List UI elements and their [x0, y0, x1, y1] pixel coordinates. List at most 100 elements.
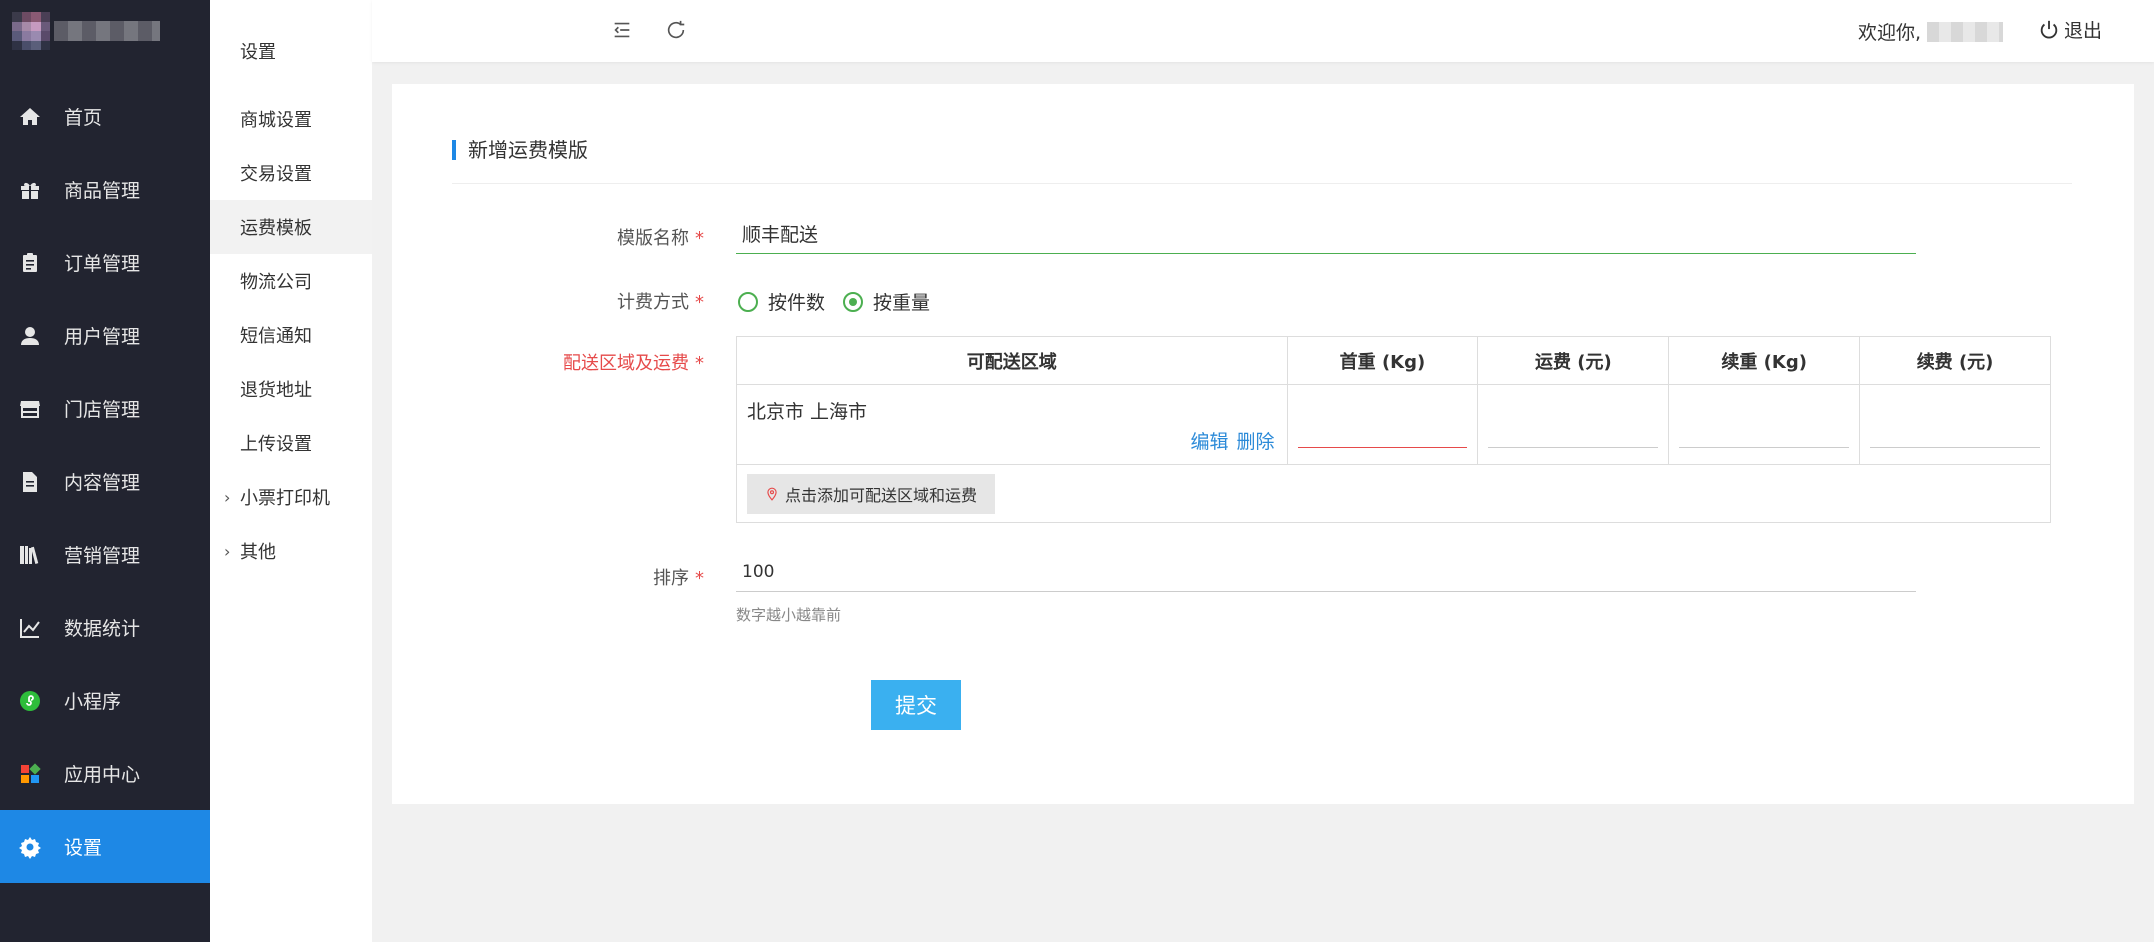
column-header: 首重 (Kg)	[1286, 336, 1479, 385]
delivery-region-label: 配送区域及运费 *	[454, 349, 704, 375]
sidebar-item-label: 用户管理	[64, 326, 141, 348]
store-icon	[16, 395, 44, 423]
settings-submenu: 设置 商城设置 交易设置 运费模板 物流公司 短信通知 退货地址 上传设置 › 小…	[210, 0, 372, 942]
submenu-item-label: 商城设置	[240, 110, 312, 131]
add-region-button[interactable]: 点击添加可配送区域和运费	[747, 473, 996, 514]
sidebar-item-label: 内容管理	[64, 472, 141, 494]
logout-button[interactable]: 退出	[2038, 16, 2102, 43]
submit-button[interactable]: 提交	[871, 680, 961, 730]
sort-input[interactable]	[736, 552, 1916, 592]
submenu-item-return-address[interactable]: 退货地址	[210, 362, 372, 416]
line-chart-icon	[16, 614, 44, 642]
submenu-item-label: 其他	[240, 542, 276, 563]
submenu-item-label: 交易设置	[240, 164, 312, 185]
label-text: 计费方式	[617, 292, 689, 313]
logo-name-blurred	[54, 21, 160, 41]
sidebar-item-settings[interactable]: 设置	[0, 810, 210, 883]
mini-program-icon	[16, 687, 44, 715]
books-icon	[16, 541, 44, 569]
sidebar-item-users[interactable]: 用户管理	[0, 299, 210, 372]
sidebar-item-label: 门店管理	[64, 399, 141, 421]
label-text: 模版名称	[617, 228, 689, 249]
submenu-item-other[interactable]: › 其他	[210, 524, 372, 578]
submenu-item-logistics[interactable]: 物流公司	[210, 254, 372, 308]
sidebar-item-label: 营销管理	[64, 545, 141, 567]
sidebar-item-stores[interactable]: 门店管理	[0, 372, 210, 445]
column-header: 可配送区域	[736, 336, 1288, 385]
required-mark: *	[695, 228, 704, 249]
chevron-right-icon: ›	[224, 541, 231, 561]
required-mark: *	[695, 292, 704, 313]
region-cell: 北京市 上海市 编辑 删除	[736, 384, 1288, 465]
sort-label: 排序 *	[454, 564, 704, 590]
sidebar-item-label: 数据统计	[64, 618, 141, 640]
required-mark: *	[695, 568, 704, 589]
card-header: 新增运费模版	[452, 134, 2072, 184]
sidebar-item-marketing[interactable]: 营销管理	[0, 518, 210, 591]
extra-fee-input[interactable]	[1859, 384, 2051, 465]
user-icon	[16, 322, 44, 350]
main-sidebar: 首页 商品管理 订单管理 用户管理 门店管理 内容管理 营销管理 数据统计 小程…	[0, 0, 210, 942]
extra-weight-input[interactable]	[1668, 384, 1861, 465]
region-text: 北京市 上海市	[747, 401, 868, 423]
sidebar-item-home[interactable]: 首页	[0, 80, 210, 153]
column-header: 运费 (元)	[1477, 336, 1670, 385]
label-text: 排序	[653, 568, 689, 589]
chevron-right-icon: ›	[224, 487, 231, 507]
username-blurred	[1927, 21, 2004, 42]
submenu-title: 设置	[240, 42, 276, 63]
submenu-list: 商城设置 交易设置 运费模板 物流公司 短信通知 退货地址 上传设置 › 小票打印…	[210, 92, 372, 578]
sidebar-item-label: 商品管理	[64, 180, 141, 202]
logo[interactable]	[0, 0, 210, 62]
submenu-item-label: 退货地址	[240, 380, 312, 401]
billing-by-piece-radio[interactable]: 按件数	[738, 288, 825, 315]
add-row: 点击添加可配送区域和运费	[736, 464, 2051, 523]
column-header: 续费 (元)	[1859, 336, 2051, 385]
first-weight-input[interactable]	[1286, 384, 1479, 465]
collapse-menu-icon[interactable]	[608, 16, 636, 44]
content-card: 新增运费模版 模版名称 * 计费方式 * 按件数 按重量 配送区域及运费 * 可配送区…	[392, 84, 2134, 804]
sidebar-item-label: 设置	[64, 837, 103, 859]
document-icon	[16, 468, 44, 496]
submenu-item-sms[interactable]: 短信通知	[210, 308, 372, 362]
sidebar-nav: 首页 商品管理 订单管理 用户管理 门店管理 内容管理 营销管理 数据统计 小程…	[0, 80, 210, 883]
sidebar-item-app-center[interactable]: 应用中心	[0, 737, 210, 810]
gift-icon	[16, 176, 44, 204]
sidebar-item-orders[interactable]: 订单管理	[0, 226, 210, 299]
submenu-item-label: 物流公司	[240, 272, 312, 293]
submenu-item-trade-settings[interactable]: 交易设置	[210, 146, 372, 200]
sort-hint: 数字越小越靠前	[736, 606, 842, 624]
home-icon	[16, 103, 44, 131]
sidebar-item-statistics[interactable]: 数据统计	[0, 591, 210, 664]
sidebar-item-label: 应用中心	[64, 764, 141, 786]
submenu-item-label: 运费模板	[240, 218, 312, 239]
page-title: 新增运费模版	[468, 138, 588, 162]
sidebar-item-mini-program[interactable]: 小程序	[0, 664, 210, 737]
location-pin-icon	[767, 487, 777, 501]
welcome-text: 欢迎你,	[1858, 18, 2004, 45]
add-region-label: 点击添加可配送区域和运费	[785, 485, 978, 505]
radio-circle	[738, 291, 758, 312]
submenu-item-shipping-template[interactable]: 运费模板	[210, 200, 372, 254]
billing-method-radios: 按件数 按重量	[738, 288, 948, 315]
submenu-item-mall-settings[interactable]: 商城设置	[210, 92, 372, 146]
sidebar-item-products[interactable]: 商品管理	[0, 153, 210, 226]
submenu-item-upload-settings[interactable]: 上传设置	[210, 416, 372, 470]
delete-link[interactable]: 删除	[1237, 431, 1275, 453]
radio-label: 按件数	[768, 292, 826, 314]
billing-by-weight-radio[interactable]: 按重量	[843, 288, 930, 315]
template-name-label: 模版名称 *	[454, 224, 704, 250]
edit-link[interactable]: 编辑	[1191, 431, 1229, 453]
apps-icon	[16, 760, 44, 788]
add-row-cell: 点击添加可配送区域和运费	[736, 464, 2051, 523]
submenu-item-receipt-printer[interactable]: › 小票打印机	[210, 470, 372, 524]
welcome-label: 欢迎你,	[1858, 22, 1922, 44]
first-fee-input[interactable]	[1477, 384, 1670, 465]
row-actions: 编辑 删除	[1183, 427, 1275, 454]
header-accent-bar	[452, 140, 456, 160]
logo-image	[12, 12, 50, 50]
refresh-icon[interactable]	[662, 16, 690, 44]
sidebar-item-content[interactable]: 内容管理	[0, 445, 210, 518]
table-row: 北京市 上海市 编辑 删除	[736, 384, 2051, 465]
template-name-input[interactable]	[736, 214, 1916, 254]
